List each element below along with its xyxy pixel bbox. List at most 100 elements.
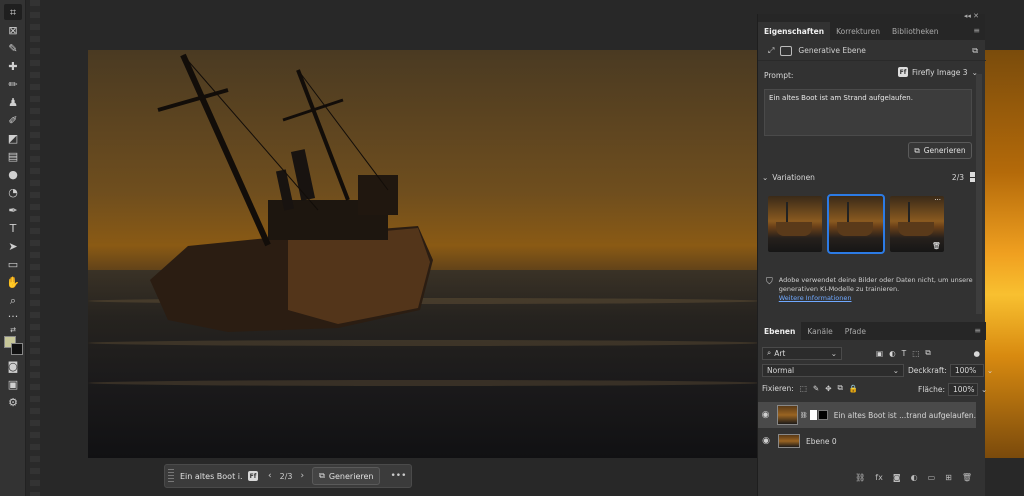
dodge-tool-icon[interactable]: ◔	[4, 184, 22, 200]
edit-toolbar-icon[interactable]: ⚙	[4, 394, 22, 410]
tab-korrekturen[interactable]: Korrekturen	[830, 22, 886, 40]
properties-tabs: Eigenschaften Korrekturen Bibliotheken ≡	[758, 22, 985, 40]
adjustment-layer-icon[interactable]: ◐	[911, 473, 918, 482]
chevron-down-icon[interactable]: ⌄	[981, 385, 987, 394]
add-mask-icon[interactable]: ◙	[893, 473, 901, 482]
layer-row-ebene-0[interactable]: ◉ Ebene 0	[758, 428, 976, 454]
screen-mode-icon[interactable]: ▣	[4, 376, 22, 392]
notice-text: Adobe verwendet deine Bilder oder Daten …	[778, 276, 973, 293]
properties-scrollbar[interactable]	[976, 74, 982, 314]
lock-artboard-icon[interactable]: ⧉	[838, 383, 843, 393]
filter-type-icon[interactable]: T	[902, 349, 907, 358]
previous-variation-button[interactable]: ‹	[268, 471, 272, 481]
stamp-tool-icon[interactable]: ♟	[4, 94, 22, 110]
variation-thumbnail-2[interactable]	[827, 194, 885, 254]
more-info-link[interactable]: Weitere Informationen	[779, 294, 976, 303]
more-options-button[interactable]: •••	[390, 471, 406, 481]
document-canvas[interactable]	[88, 50, 760, 458]
new-layer-icon[interactable]: ⊞	[945, 473, 952, 482]
type-tool-icon[interactable]: T	[4, 220, 22, 236]
filter-toggle-icon[interactable]: ●	[973, 349, 980, 358]
pen-tool-icon[interactable]: ✒	[4, 202, 22, 218]
layer-type-row: ⤢ Generative Ebene ⧉	[758, 41, 986, 61]
lock-position-icon[interactable]: ✥	[825, 384, 831, 393]
firefly-badge-icon[interactable]: Ff	[248, 471, 258, 481]
link-layers-icon[interactable]: ⛓	[855, 473, 865, 482]
tab-eigenschaften[interactable]: Eigenschaften	[758, 22, 831, 40]
tab-kanaele[interactable]: Kanäle	[801, 322, 838, 340]
training-notice: ⛉ Adobe verwendet deine Bilder oder Date…	[766, 276, 976, 302]
crop-tool-icon[interactable]: ⌗	[4, 4, 22, 20]
blend-mode-select[interactable]: Normal ⌄	[762, 364, 904, 377]
layer-name: Ein altes Boot ist ...trand aufgelaufen.	[833, 410, 976, 420]
model-selector[interactable]: Ff Firefly Image 3 ⌄	[898, 67, 982, 77]
next-variation-button[interactable]: ›	[300, 471, 304, 481]
external-link-icon: ⧉	[914, 145, 920, 155]
fill-input[interactable]: 100%	[948, 383, 979, 396]
filter-pixel-icon[interactable]: ▣	[876, 349, 883, 358]
eraser-tool-icon[interactable]: ◩	[4, 130, 22, 146]
variation-thumbnail-1[interactable]	[768, 196, 822, 252]
lock-transparency-icon[interactable]: ⬚	[800, 384, 807, 393]
history-brush-icon[interactable]: ✐	[4, 112, 22, 128]
chevron-down-icon[interactable]: ⌄	[762, 173, 768, 182]
blend-mode-value: Normal	[767, 366, 795, 375]
filter-shape-icon[interactable]: ⬚	[912, 349, 919, 358]
panel-menu-icon[interactable]: ≡	[973, 26, 980, 35]
generate-button[interactable]: ⧉ Generieren	[312, 467, 381, 485]
delete-layer-icon[interactable]: 🗑	[962, 473, 972, 482]
canvas-edge-preview	[985, 50, 1024, 458]
collapsed-panel-strip	[30, 0, 40, 496]
lock-pixels-icon[interactable]: ✎	[813, 384, 819, 393]
eyedropper-tool-icon[interactable]: ✎	[4, 40, 22, 56]
trash-icon[interactable]: 🗑	[932, 242, 941, 250]
visibility-eye-icon[interactable]: ◉	[758, 436, 774, 446]
quick-mask-icon[interactable]: ◙	[4, 358, 22, 374]
panel-header: ◂◂ ✕	[758, 12, 985, 22]
chevron-down-icon[interactable]: ⌄	[987, 366, 993, 375]
layer-row-generative[interactable]: ◉ ⛓ Ein altes Boot ist ...trand aufgelau…	[758, 402, 976, 428]
gradient-tool-icon[interactable]: ▤	[4, 148, 22, 164]
variation-thumbnail-3[interactable]: ··· 🗑	[890, 196, 944, 252]
layers-footer: ⛓ fx ◙ ◐ ▭ ⊞ 🗑	[758, 468, 986, 486]
layers-menu-icon[interactable]: ≡	[974, 326, 981, 335]
zoom-tool-icon[interactable]: ⌕	[4, 292, 22, 308]
rectangle-tool-icon[interactable]: ▭	[4, 256, 22, 272]
layer-filter-select[interactable]: ⌕ Art ⌄	[762, 346, 842, 360]
tab-pfade[interactable]: Pfade	[839, 322, 872, 340]
opacity-input[interactable]: 100%	[949, 364, 984, 377]
generate-button-panel[interactable]: ⧉ Generieren	[908, 142, 972, 159]
layers-tabs: Ebenen Kanäle Pfade ≡	[758, 322, 986, 340]
fx-icon[interactable]: fx	[875, 473, 883, 482]
healing-brush-icon[interactable]: ✚	[4, 58, 22, 74]
background-color-swatch[interactable]	[11, 343, 23, 355]
prompt-preview[interactable]: Ein altes Boot i...	[180, 472, 242, 481]
more-icon[interactable]: ···	[934, 196, 941, 204]
chevron-down-icon: ⌄	[830, 348, 837, 358]
fill-control: Fläche: 100% ⌄	[918, 383, 987, 396]
lock-all-icon[interactable]: 🔒	[849, 384, 858, 393]
prompt-input[interactable]: Ein altes Boot ist am Strand aufgelaufen…	[764, 89, 972, 136]
brush-tool-icon[interactable]: ✏	[4, 76, 22, 92]
frame-tool-icon[interactable]: ⊠	[4, 22, 22, 38]
chevron-down-icon: ⌄	[892, 366, 899, 375]
filter-adjustment-icon[interactable]: ◐	[889, 349, 896, 358]
filter-value: Art	[774, 348, 786, 358]
blur-tool-icon[interactable]: ●	[4, 166, 22, 182]
tab-ebenen[interactable]: Ebenen	[758, 322, 802, 340]
new-group-icon[interactable]: ▭	[928, 473, 936, 482]
path-selection-icon[interactable]: ➤	[4, 238, 22, 254]
firefly-model-icon: Ff	[898, 67, 908, 77]
filter-smart-object-icon[interactable]: ⧉	[925, 348, 930, 358]
tab-bibliotheken[interactable]: Bibliotheken	[886, 22, 945, 40]
lock-label: Fixieren:	[762, 383, 794, 393]
visibility-eye-icon[interactable]: ◉	[758, 410, 773, 420]
tools-panel: ⌗ ⊠ ✎ ✚ ✏ ♟ ✐ ◩ ▤ ● ◔ ✒ T ➤ ▭ ✋ ⌕ ··· ⇄ …	[0, 0, 26, 496]
variations-label: Variationen	[772, 172, 815, 182]
collapse-panel-icon[interactable]: ◂◂ ✕	[964, 12, 979, 20]
variation-counter: 2/3	[279, 471, 293, 481]
drag-handle[interactable]	[168, 469, 174, 483]
layer-thumbnail	[778, 434, 800, 448]
hand-tool-icon[interactable]: ✋	[4, 274, 22, 290]
share-icon[interactable]: ⧉	[972, 46, 978, 56]
